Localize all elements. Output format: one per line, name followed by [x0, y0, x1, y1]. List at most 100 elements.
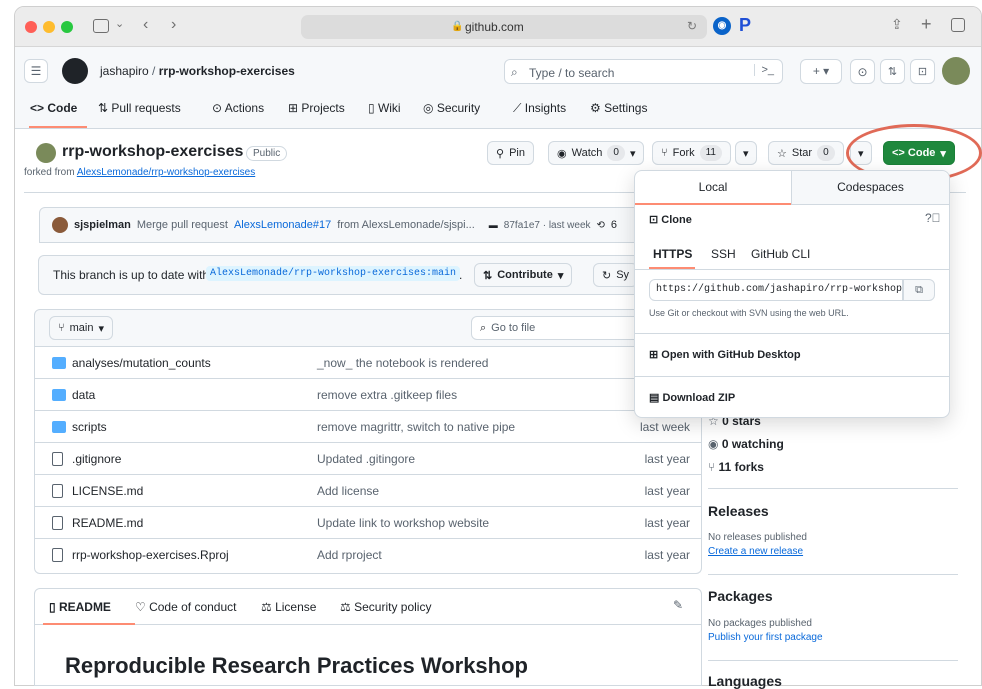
create-release-link[interactable]: Create a new release: [708, 546, 803, 557]
tab-pull-requests[interactable]: ⇅ Pull requests: [98, 101, 212, 116]
tab-ssh[interactable]: SSH: [711, 247, 736, 261]
open-desktop-button[interactable]: ⊞ Open with GitHub Desktop: [649, 348, 801, 361]
help-icon[interactable]: ?⃝: [925, 211, 941, 225]
commit-message[interactable]: Update link to workshop website: [317, 516, 489, 530]
tab-local[interactable]: Local: [635, 171, 791, 205]
issues-icon[interactable]: ⊙: [850, 59, 875, 84]
table-row[interactable]: .gitignore Updated .gitingore last year: [34, 442, 702, 474]
new-tab-icon[interactable]: +: [921, 14, 932, 35]
watch-button[interactable]: ◉ Watch 0 ▾: [548, 141, 645, 165]
commit-message[interactable]: Updated .gitingore: [317, 452, 415, 466]
branch-select[interactable]: ⑂ main ▾: [49, 316, 113, 340]
create-new-button[interactable]: + ▾: [800, 59, 842, 84]
releases-title[interactable]: Releases: [708, 503, 769, 519]
clone-url-input[interactable]: https://github.com/jashapiro/rrp-worksho…: [649, 279, 903, 301]
tab-security-policy[interactable]: ⚖ Security policy: [340, 600, 431, 614]
file-name[interactable]: README.md: [72, 516, 143, 530]
sync-fork-button[interactable]: ↻ Sy: [593, 263, 639, 287]
commit-message[interactable]: _now_ the notebook is rendered: [317, 356, 488, 370]
tab-license[interactable]: ⚖ License: [261, 600, 316, 614]
author-avatar: [52, 217, 68, 233]
fork-button[interactable]: ⑂ Fork 11: [652, 141, 731, 165]
tab-projects[interactable]: ⊞ Projects: [288, 101, 368, 116]
tab-github-cli[interactable]: GitHub CLI: [751, 247, 810, 261]
tab-https[interactable]: HTTPS: [653, 247, 692, 261]
owner-link[interactable]: jashapiro: [100, 64, 149, 78]
commit-message[interactable]: Add license: [317, 484, 379, 498]
search-input[interactable]: ⌕ Type / to search >_: [504, 59, 783, 84]
commit-message[interactable]: remove magrittr, switch to native pipe: [317, 420, 515, 434]
tab-readme[interactable]: ▯ README: [49, 600, 111, 614]
table-row[interactable]: rrp-workshop-exercises.Rproj Add rproject…: [34, 538, 702, 570]
command-palette-icon[interactable]: >_: [754, 64, 774, 76]
close-window-button[interactable]: [25, 21, 37, 33]
file-name[interactable]: .gitignore: [72, 452, 121, 466]
readme-box: ▯ README ♡ Code of conduct ⚖ License ⚖ S…: [34, 588, 702, 686]
hamburger-menu-icon[interactable]: ☰: [24, 59, 48, 83]
tab-codespaces[interactable]: Codespaces: [791, 171, 949, 205]
table-row[interactable]: analyses/mutation_counts _now_ the notebo…: [34, 346, 702, 378]
packages-title[interactable]: Packages: [708, 588, 773, 604]
repo-link[interactable]: rrp-workshop-exercises: [159, 64, 295, 78]
tab-actions[interactable]: ⊙ Actions: [212, 101, 288, 116]
avatar[interactable]: [942, 57, 970, 85]
history-count[interactable]: 6: [611, 219, 617, 231]
inbox-icon[interactable]: ⊡: [910, 59, 935, 84]
repo-title[interactable]: rrp-workshop-exercises: [62, 143, 243, 161]
sidebar-toggle-icon[interactable]: [93, 19, 109, 33]
table-row[interactable]: data remove extra .gitkeep files: [34, 378, 702, 410]
tab-code[interactable]: <> Code: [30, 101, 98, 116]
commit-message[interactable]: remove extra .gitkeep files: [317, 388, 457, 402]
download-zip-button[interactable]: ▤ Download ZIP: [649, 391, 735, 404]
back-icon[interactable]: ‹: [143, 16, 148, 34]
table-row[interactable]: scripts remove magrittr, switch to native…: [34, 410, 702, 442]
file-name[interactable]: LICENSE.md: [72, 484, 143, 498]
fork-dropdown-button[interactable]: ▾: [735, 141, 757, 165]
tab-overview-icon[interactable]: [951, 18, 965, 32]
address-bar[interactable]: 🔒 github.com ↻: [301, 15, 707, 39]
github-logo-icon[interactable]: [62, 58, 88, 84]
breadcrumb: jashapiro / rrp-workshop-exercises: [100, 64, 295, 78]
file-name[interactable]: rrp-workshop-exercises.Rproj: [72, 548, 229, 562]
publish-package-link[interactable]: Publish your first package: [708, 632, 823, 643]
tab-insights[interactable]: ⟋ Insights: [513, 101, 590, 116]
file-name[interactable]: analyses/mutation_counts: [72, 356, 211, 370]
table-icon: ⊞: [288, 101, 302, 115]
password-extension-icon[interactable]: ◉: [713, 17, 731, 35]
pin-button[interactable]: ⚲ Pin: [487, 141, 534, 165]
commit-dots-icon[interactable]: ▬: [489, 220, 498, 230]
commit-msg-suffix[interactable]: from AlexsLemonade/sjspi...: [337, 219, 475, 231]
copy-icon[interactable]: ⧉: [903, 279, 935, 301]
file-icon: [52, 452, 63, 466]
forks-stat[interactable]: ⑂ 11 forks: [708, 460, 764, 474]
forward-icon[interactable]: ›: [171, 16, 176, 34]
readme-tabs: ▯ README ♡ Code of conduct ⚖ License ⚖ S…: [35, 589, 701, 625]
history-icon[interactable]: ⟲: [597, 220, 605, 231]
commit-author[interactable]: sjspielman: [74, 219, 131, 231]
tab-settings[interactable]: ⚙ Settings: [590, 101, 670, 116]
commit-hash[interactable]: 87fa1e7 · last week: [504, 220, 591, 231]
table-row[interactable]: README.md Update link to workshop website…: [34, 506, 702, 538]
pull-requests-icon[interactable]: ⇅: [880, 59, 905, 84]
branch-ref-link[interactable]: AlexsLemonade/rrp-workshop-exercises:mai…: [206, 266, 461, 281]
minimize-window-button[interactable]: [43, 21, 55, 33]
tab-security[interactable]: ◎ Security: [423, 101, 513, 116]
commit-message[interactable]: Add rproject: [317, 548, 382, 562]
file-name[interactable]: scripts: [72, 420, 107, 434]
star-button[interactable]: ☆ Star 0: [768, 141, 844, 165]
go-to-file-placeholder: Go to file: [491, 322, 536, 334]
forked-from-link[interactable]: AlexsLemonade/rrp-workshop-exercises: [77, 167, 255, 178]
reload-icon[interactable]: ↻: [687, 19, 697, 33]
tab-wiki[interactable]: ▯ Wiki: [368, 101, 423, 116]
tab-group-chevron-icon[interactable]: ⌄: [115, 17, 124, 30]
contribute-button[interactable]: ⇅ Contribute ▾: [474, 263, 573, 287]
zoom-window-button[interactable]: [61, 21, 73, 33]
edit-pencil-icon[interactable]: ✎: [673, 598, 683, 612]
table-row[interactable]: LICENSE.md Add license last year: [34, 474, 702, 506]
file-name[interactable]: data: [72, 388, 95, 402]
share-icon[interactable]: ⇪: [891, 16, 903, 33]
watching-stat[interactable]: ◉ 0 watching: [708, 437, 784, 451]
tab-code-of-conduct[interactable]: ♡ Code of conduct: [135, 600, 237, 614]
paypal-extension-icon[interactable]: P: [739, 15, 751, 36]
commit-pr-link[interactable]: AlexsLemonade#17: [234, 219, 331, 231]
